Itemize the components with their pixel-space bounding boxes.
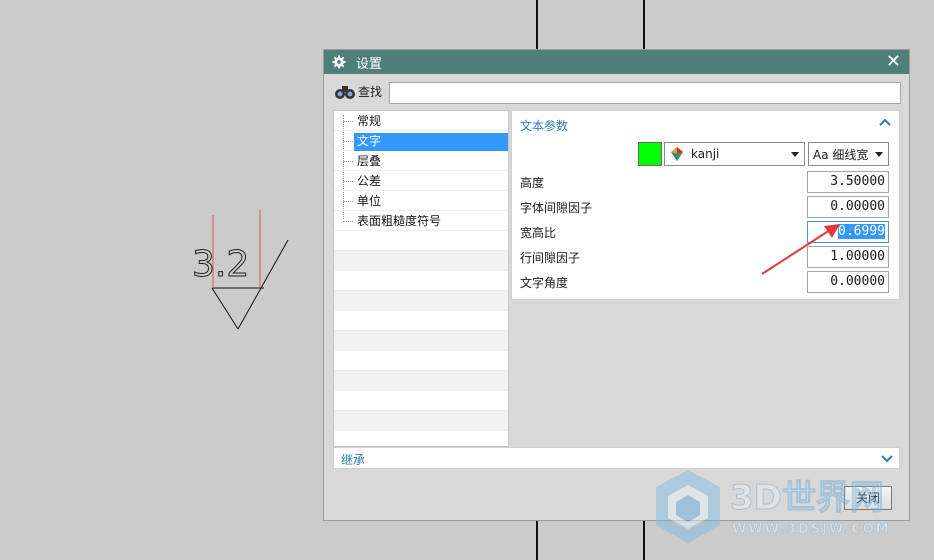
watermark-brand: 3D世界网 [730, 478, 884, 518]
watermark-url: WWW.3DSJW.COM [732, 522, 891, 537]
site-watermark: 3D世界网 WWW.3DSJW.COM [656, 470, 891, 543]
